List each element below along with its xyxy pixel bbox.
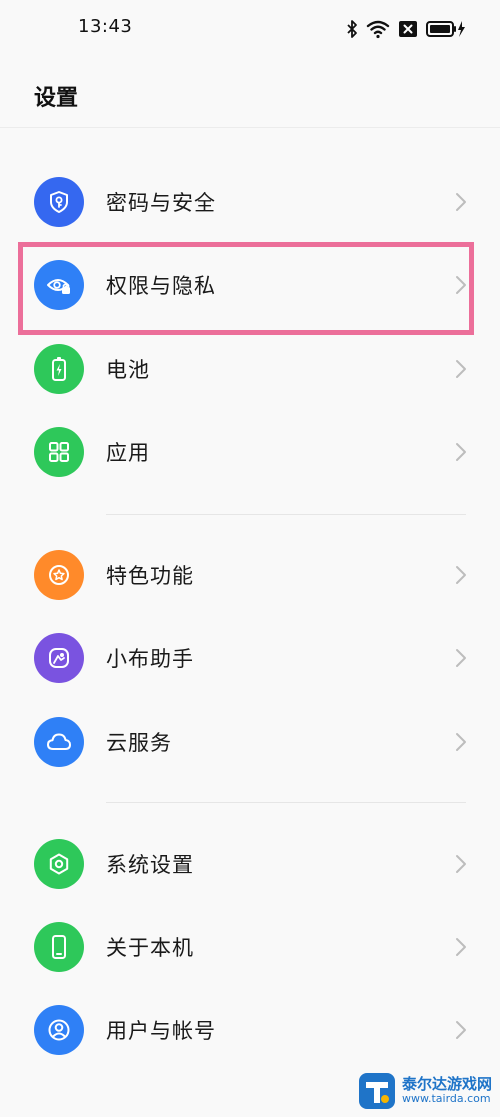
section-divider [106,514,466,515]
user-icon [34,1005,84,1055]
chevron-right-icon [456,566,466,584]
phone-icon [34,922,84,972]
eye-lock-icon [34,260,84,310]
watermark-url: www.tairda.com [401,1092,491,1106]
settings-item-label: 系统设置 [106,853,194,877]
status-icons [346,16,466,42]
chevron-right-icon [456,938,466,956]
status-time: 13:43 [78,16,133,37]
settings-item-label: 应用 [106,441,150,465]
star-badge-icon [34,550,84,600]
chevron-right-icon [456,193,466,211]
apps-grid-icon [34,427,84,477]
chevron-right-icon [456,733,466,751]
settings-item-label: 云服务 [106,731,172,755]
settings-item-password-security[interactable]: 密码与安全 [0,162,500,242]
chevron-right-icon [456,443,466,461]
settings-item-label: 用户与帐号 [106,1019,216,1043]
battery-charging-icon [426,20,466,38]
watermark-text: 泰尔达游戏网 www.tairda.com [401,1075,492,1106]
wifi-icon [366,19,390,39]
settings-item-label: 小布助手 [106,647,194,671]
chevron-right-icon [456,276,466,294]
settings-item-system-settings[interactable]: 系统设置 [0,824,500,904]
settings-item-label: 关于本机 [106,936,194,960]
watermark-name: 泰尔达游戏网 [401,1075,492,1094]
page-title: 设置 [34,86,79,111]
settings-item-permissions-privacy[interactable]: 权限与隐私 [0,245,500,325]
settings-item-label: 电池 [106,358,150,382]
chevron-right-icon [456,360,466,378]
battery-icon [34,344,84,394]
settings-item-about-phone[interactable]: 关于本机 [0,907,500,987]
chevron-right-icon [456,855,466,873]
hexagon-gear-icon [34,839,84,889]
sim-off-icon [398,20,418,38]
settings-item-apps[interactable]: 应用 [0,412,500,492]
settings-item-label: 权限与隐私 [106,274,216,298]
title-divider [0,127,500,128]
assistant-icon [34,633,84,683]
watermark-logo-icon [358,1073,395,1109]
section-divider [106,802,466,803]
cloud-icon [34,717,84,767]
status-bar: 13:43 [0,0,500,58]
settings-item-label: 密码与安全 [106,191,216,215]
watermark: 泰尔达游戏网 www.tairda.com [357,1071,492,1111]
settings-item-users-accounts[interactable]: 用户与帐号 [0,990,500,1070]
settings-item-assistant[interactable]: 小布助手 [0,618,500,698]
settings-item-battery[interactable]: 电池 [0,329,500,409]
chevron-right-icon [456,649,466,667]
chevron-right-icon [456,1021,466,1039]
bluetooth-icon [346,19,358,39]
settings-item-cloud-service[interactable]: 云服务 [0,702,500,782]
shield-key-icon [34,177,84,227]
settings-item-special-features[interactable]: 特色功能 [0,535,500,615]
settings-item-label: 特色功能 [106,564,194,588]
